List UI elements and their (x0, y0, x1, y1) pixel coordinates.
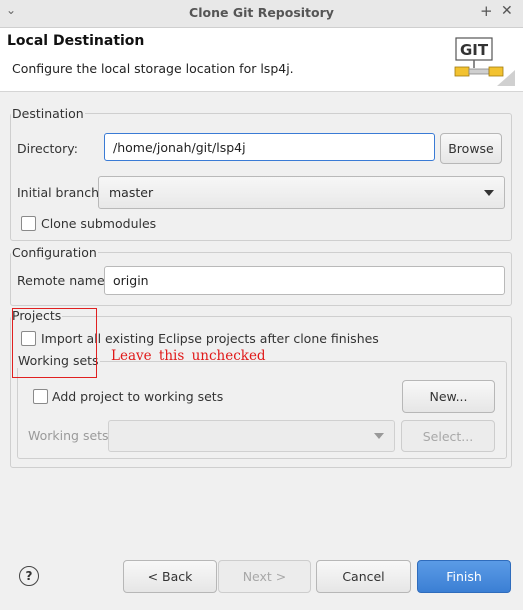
git-logo-icon: GIT (454, 37, 515, 86)
annotation-text: Leave this unchecked (111, 348, 266, 364)
next-button[interactable]: Next > (218, 560, 311, 593)
finish-button[interactable]: Finish (417, 560, 511, 593)
remote-name-label: Remote name: (17, 273, 109, 288)
page-description: Configure the local storage location for… (12, 61, 294, 76)
maximize-icon[interactable]: + (480, 2, 493, 20)
wizard-header: Local Destination Configure the local st… (0, 28, 523, 92)
add-to-working-sets-checkbox[interactable] (33, 389, 48, 404)
window-title: Clone Git Repository (189, 5, 334, 20)
git-logo-text: GIT (460, 41, 489, 59)
browse-button[interactable]: Browse (440, 133, 502, 164)
page-title: Local Destination (7, 33, 145, 49)
working-sets-select[interactable] (108, 420, 395, 452)
directory-input[interactable]: /home/jonah/git/lsp4j (104, 133, 435, 161)
initial-branch-label: Initial branch: (17, 185, 104, 200)
working-sets-label: Working sets: (28, 428, 113, 443)
add-to-working-sets-label: Add project to working sets (52, 389, 224, 404)
clone-submodules-checkbox[interactable] (21, 216, 36, 231)
chevron-down-icon (374, 433, 384, 439)
select-working-sets-button[interactable]: Select... (401, 420, 495, 452)
destination-group-label: Destination (11, 106, 85, 121)
directory-label: Directory: (17, 141, 78, 156)
help-icon[interactable]: ? (19, 566, 39, 586)
title-bar: ⌄ Clone Git Repository + ✕ (0, 0, 523, 28)
initial-branch-select[interactable]: master (98, 176, 505, 209)
cancel-button[interactable]: Cancel (316, 560, 411, 593)
annotation-highlight-box (12, 308, 97, 378)
new-working-set-button[interactable]: New... (402, 380, 495, 413)
clone-submodules-label: Clone submodules (41, 216, 157, 231)
chevron-down-icon (484, 189, 494, 196)
remote-name-input[interactable]: origin (104, 266, 505, 295)
configuration-group-label: Configuration (11, 245, 98, 260)
back-button[interactable]: < Back (123, 560, 217, 593)
close-icon[interactable]: ✕ (501, 3, 513, 19)
